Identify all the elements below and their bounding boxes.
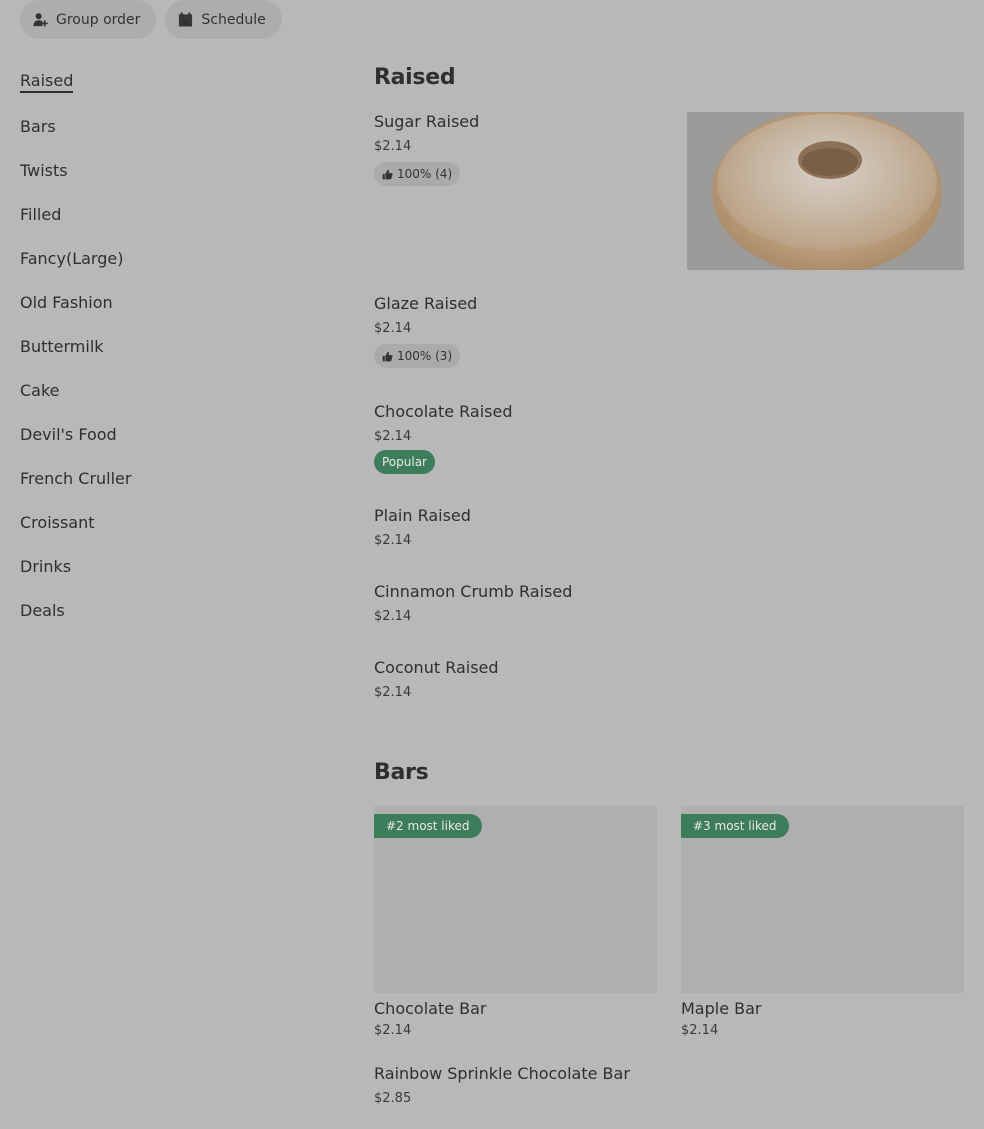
item-price: $2.14	[374, 321, 412, 336]
donut-photo	[687, 112, 964, 270]
sidebar-item-french-cruller[interactable]: French Cruller	[20, 456, 320, 500]
group-order-label: Group order	[56, 11, 141, 28]
sidebar-item-twists[interactable]: Twists	[20, 148, 320, 192]
item-name: Maple Bar	[681, 999, 762, 1018]
sidebar-item-label: French Cruller	[20, 468, 132, 488]
person-add-icon	[33, 13, 48, 27]
sidebar-item-filled[interactable]: Filled	[20, 192, 320, 236]
item-image-placeholder: #2 most liked	[374, 806, 657, 993]
sidebar-item-label: Drinks	[20, 556, 72, 576]
menu-item-coconut-raised[interactable]: Coconut Raised $2.14	[374, 658, 499, 700]
thumbs-up-icon	[382, 351, 393, 361]
group-order-button[interactable]: Group order	[20, 0, 157, 39]
sidebar-item-bars[interactable]: Bars	[20, 104, 320, 148]
item-price: $2.14	[374, 429, 412, 444]
sidebar-item-old-fashion[interactable]: Old Fashion	[20, 280, 320, 324]
item-price: $2.85	[374, 1091, 412, 1106]
item-name: Cinnamon Crumb Raised	[374, 582, 573, 601]
menu-item-rainbow-sprinkle-chocolate-bar[interactable]: Rainbow Sprinkle Chocolate Bar $2.85	[374, 1064, 630, 1106]
most-liked-badge: #2 most liked	[374, 814, 482, 838]
menu-item-chocolate-raised[interactable]: Chocolate Raised $2.14 Popular	[374, 402, 513, 474]
sidebar-item-label: Buttermilk	[20, 336, 104, 356]
rating-text: 100% (3)	[397, 349, 453, 363]
menu-item-glaze-raised[interactable]: Glaze Raised $2.14 100% (3)	[374, 294, 477, 368]
section-title-bars: Bars	[374, 760, 429, 785]
item-price: $2.14	[681, 1023, 719, 1038]
sidebar-item-cake[interactable]: Cake	[20, 368, 320, 412]
rating-badge: 100% (4)	[374, 162, 461, 186]
sidebar-item-label: Old Fashion	[20, 292, 113, 312]
item-name: Rainbow Sprinkle Chocolate Bar	[374, 1064, 630, 1083]
menu-item-sugar-raised[interactable]: Sugar Raised $2.14 100% (4)	[374, 112, 479, 186]
sidebar-item-deals[interactable]: Deals	[20, 588, 320, 632]
calendar-icon	[179, 12, 193, 27]
item-price: $2.14	[374, 1023, 412, 1038]
sidebar-item-label: Filled	[20, 204, 62, 224]
top-actions: Group order Schedule	[20, 0, 282, 39]
item-name: Plain Raised	[374, 506, 471, 525]
section-title-raised: Raised	[374, 65, 456, 90]
item-image-placeholder: #3 most liked	[681, 806, 964, 993]
sugar-raised-image[interactable]	[687, 112, 964, 270]
item-price: $2.14	[374, 685, 412, 700]
schedule-button[interactable]: Schedule	[165, 0, 282, 39]
item-name: Chocolate Raised	[374, 402, 513, 421]
sidebar-item-fancy-large[interactable]: Fancy(Large)	[20, 236, 320, 280]
thumbs-up-icon	[382, 169, 393, 179]
item-name: Coconut Raised	[374, 658, 499, 677]
menu-card-maple-bar[interactable]: #3 most liked Maple Bar $2.14	[681, 806, 964, 1038]
item-price: $2.14	[374, 533, 412, 548]
sidebar-item-buttermilk[interactable]: Buttermilk	[20, 324, 320, 368]
category-sidebar: Raised Bars Twists Filled Fancy(Large) O…	[20, 60, 320, 632]
sidebar-item-label: Fancy(Large)	[20, 248, 124, 268]
most-liked-badge: #3 most liked	[681, 814, 789, 838]
sidebar-item-devils-food[interactable]: Devil's Food	[20, 412, 320, 456]
sidebar-item-label: Croissant	[20, 512, 95, 532]
sidebar-item-drinks[interactable]: Drinks	[20, 544, 320, 588]
rating-badge: 100% (3)	[374, 344, 461, 368]
rating-text: 100% (4)	[397, 167, 453, 181]
sidebar-item-label: Raised	[20, 71, 74, 93]
sidebar-item-label: Twists	[20, 160, 68, 180]
popular-badge: Popular	[374, 450, 435, 474]
item-price: $2.14	[374, 609, 412, 624]
menu-card-chocolate-bar[interactable]: #2 most liked Chocolate Bar $2.14	[374, 806, 657, 1038]
sidebar-item-label: Bars	[20, 116, 56, 136]
item-price: $2.14	[374, 139, 412, 154]
item-name: Chocolate Bar	[374, 999, 487, 1018]
menu-item-plain-raised[interactable]: Plain Raised $2.14	[374, 506, 471, 548]
item-name: Sugar Raised	[374, 112, 480, 131]
schedule-label: Schedule	[201, 11, 266, 28]
sidebar-item-raised[interactable]: Raised	[20, 60, 320, 104]
sidebar-item-croissant[interactable]: Croissant	[20, 500, 320, 544]
item-name: Glaze Raised	[374, 294, 478, 313]
sidebar-item-label: Deals	[20, 600, 65, 620]
sidebar-item-label: Cake	[20, 380, 60, 400]
sidebar-item-label: Devil's Food	[20, 424, 117, 444]
menu-item-cinnamon-crumb-raised[interactable]: Cinnamon Crumb Raised $2.14	[374, 582, 572, 624]
